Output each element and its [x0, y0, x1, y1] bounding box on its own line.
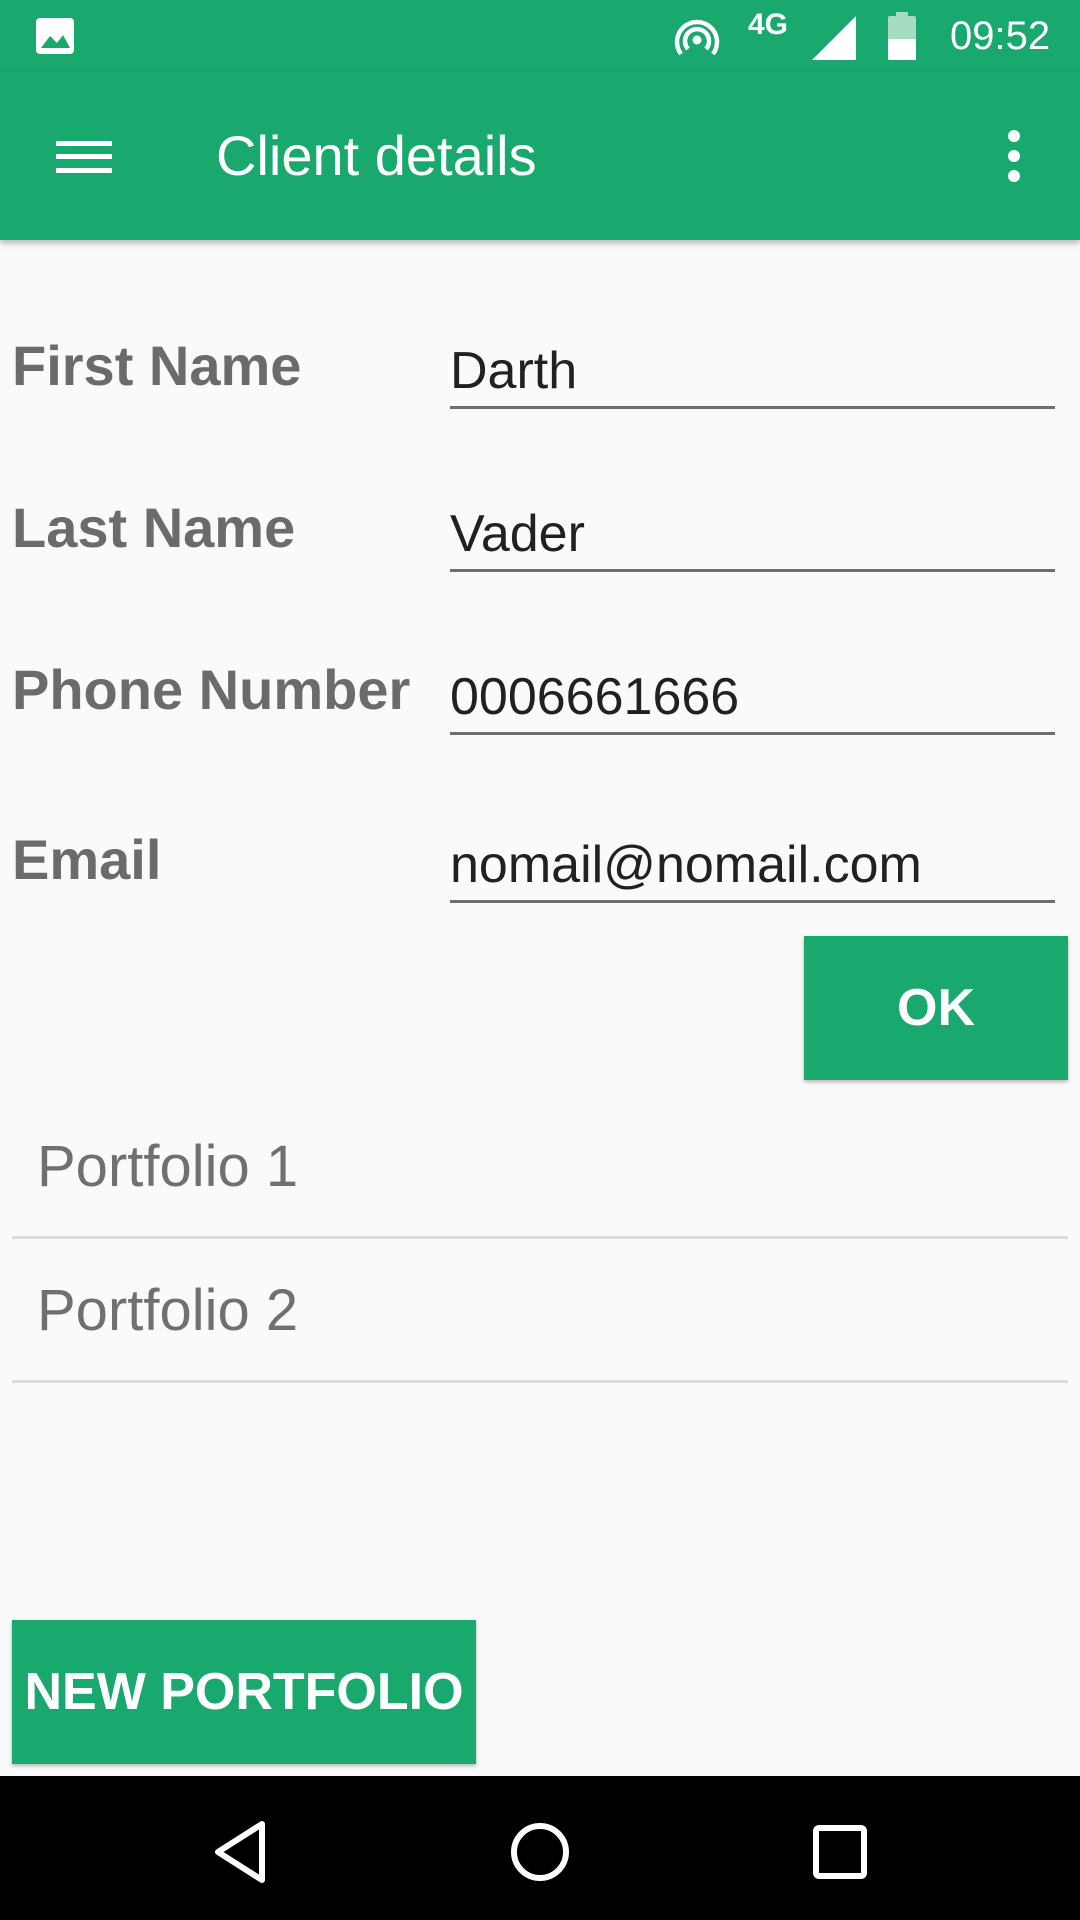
phone-number-label: Phone Number [12, 658, 411, 721]
back-button[interactable] [200, 1812, 280, 1892]
hotspot-icon [674, 19, 720, 56]
phone-number-input[interactable] [450, 662, 1055, 735]
last-name-label: Last Name [12, 496, 296, 559]
email-label: Email [12, 828, 162, 891]
more-vertical-icon [1008, 130, 1020, 182]
recents-button[interactable] [800, 1812, 880, 1892]
page-title: Client details [216, 124, 537, 187]
network-type: 4G [748, 8, 789, 41]
hamburger-menu-icon [56, 141, 112, 173]
home-button[interactable] [500, 1812, 580, 1892]
signal-icon [812, 16, 856, 60]
first-name-label: First Name [12, 334, 302, 397]
status-bar: 4G 09:52 [0, 0, 1080, 72]
portfolio-list-item[interactable]: Portfolio 2 [12, 1238, 1068, 1383]
battery-icon [888, 12, 916, 60]
portfolio-list-item[interactable]: Portfolio 1 [12, 1094, 1068, 1239]
status-time: 09:52 [950, 14, 1051, 58]
overflow-menu-button[interactable] [988, 118, 1040, 194]
home-circle-icon [511, 1823, 569, 1881]
ok-button[interactable]: OK [804, 936, 1068, 1080]
last-name-input[interactable] [450, 499, 1055, 572]
portfolio-item-label: Portfolio 1 [37, 1134, 299, 1199]
portfolio-item-label: Portfolio 2 [37, 1278, 299, 1343]
back-triangle-icon [215, 1821, 265, 1883]
first-name-input[interactable] [450, 336, 1055, 409]
email-input[interactable] [450, 830, 1055, 903]
app-bar: Client details [0, 72, 1080, 240]
navigation-bar [0, 1776, 1080, 1920]
recents-square-icon [813, 1825, 867, 1879]
menu-button[interactable] [40, 118, 130, 194]
new-portfolio-button[interactable]: NEW PORTFOLIO [12, 1620, 476, 1764]
image-notification-icon [36, 18, 74, 54]
